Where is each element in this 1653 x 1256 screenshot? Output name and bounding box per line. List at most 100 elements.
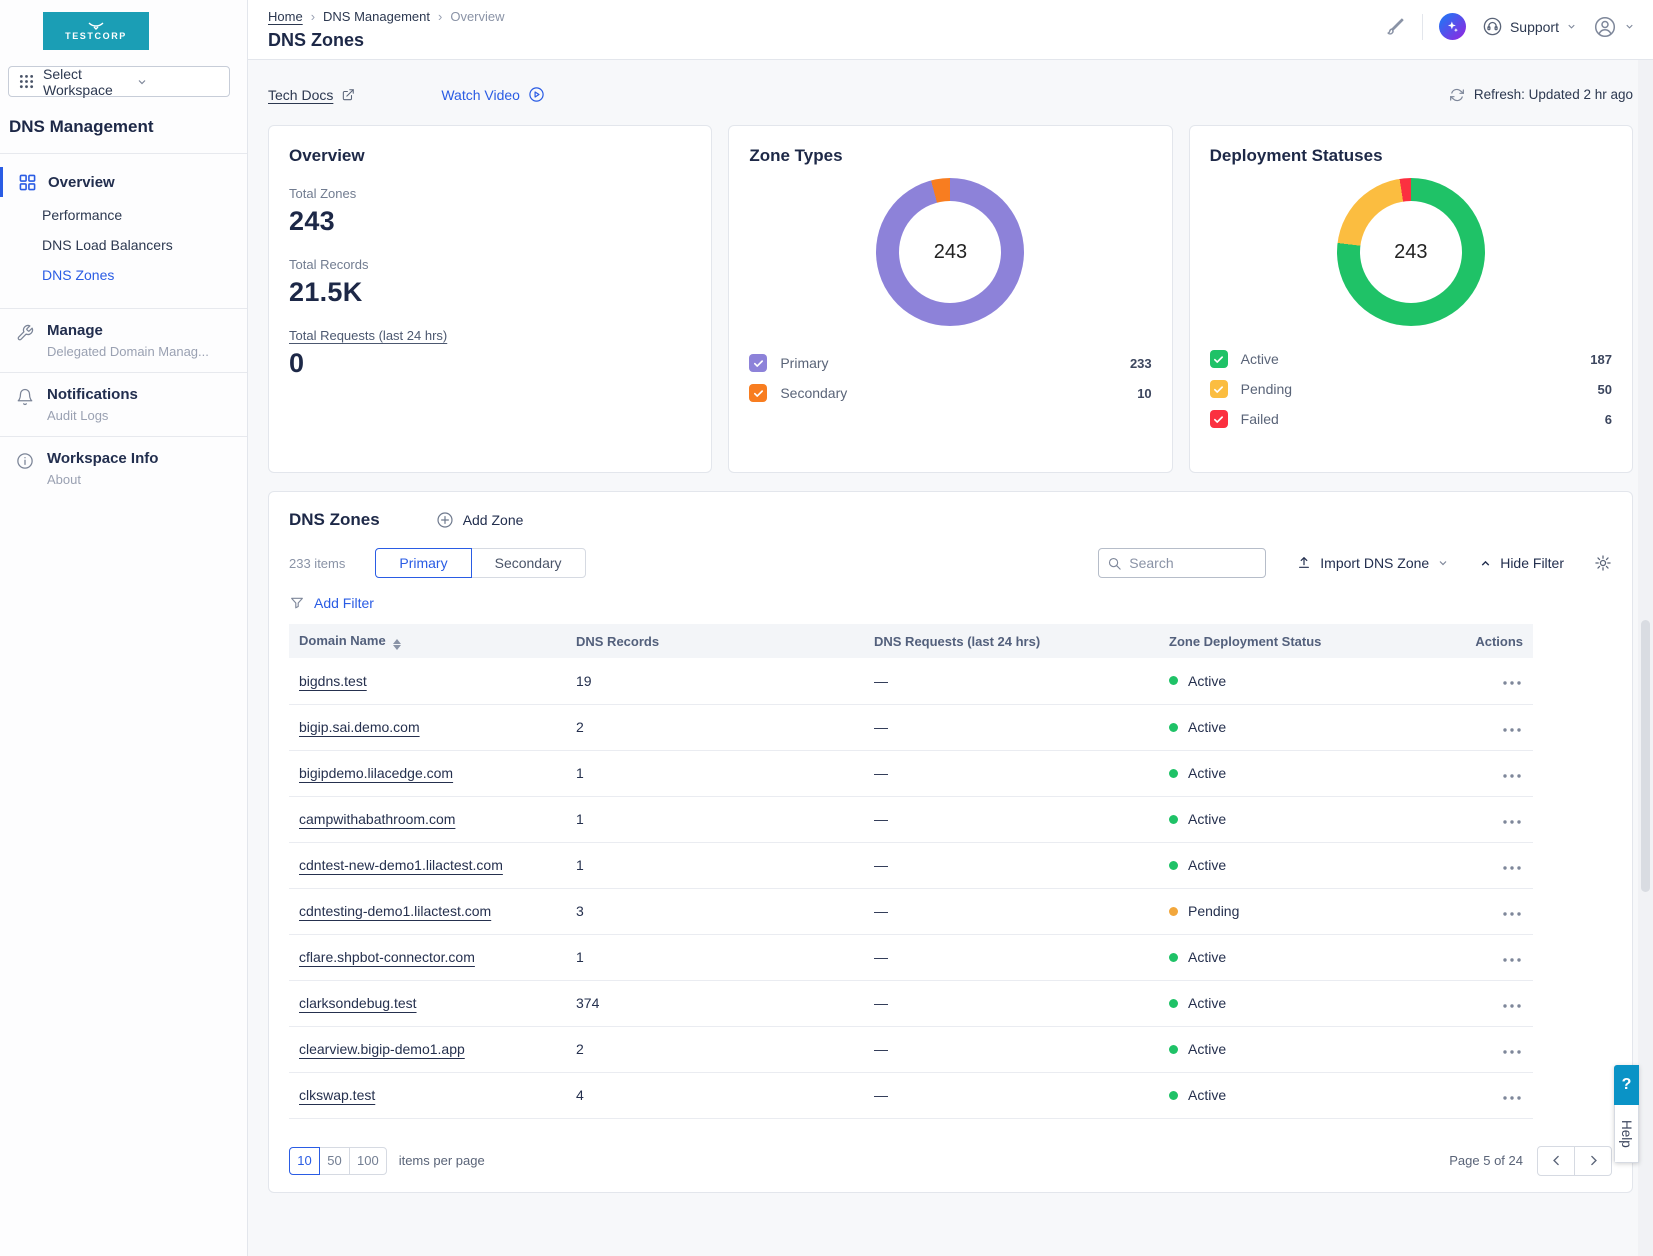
page-scrollbar[interactable] [1638, 60, 1653, 1256]
chevron-down-icon [136, 76, 220, 88]
breadcrumb-home[interactable]: Home [268, 9, 303, 24]
company-logo[interactable]: TESTCORP [43, 12, 149, 50]
domain-link[interactable]: campwithabathroom.com [299, 811, 455, 827]
row-actions-button[interactable] [1501, 677, 1523, 689]
row-actions-button[interactable] [1501, 816, 1523, 828]
sidebar-item-label: Overview [48, 174, 115, 191]
account-menu-button[interactable] [1593, 15, 1635, 39]
row-actions-button[interactable] [1501, 1092, 1523, 1104]
row-actions-button[interactable] [1501, 770, 1523, 782]
dns-records-cell: 19 [566, 658, 864, 704]
column-header-domain-name[interactable]: Domain Name [289, 624, 566, 658]
row-actions-button[interactable] [1501, 908, 1523, 920]
help-tab[interactable]: ? Help [1614, 1065, 1639, 1163]
tab-secondary[interactable]: Secondary [471, 548, 586, 578]
column-header-status: Zone Deployment Status [1159, 624, 1439, 658]
legend-checkbox-failed[interactable] [1210, 410, 1228, 428]
row-actions-button[interactable] [1501, 724, 1523, 736]
summary-cards: Overview Total Zones 243 Total Records 2… [268, 125, 1633, 473]
domain-link[interactable]: cflare.shpbot-connector.com [299, 949, 475, 965]
domain-link[interactable]: bigipdemo.lilacedge.com [299, 765, 453, 781]
scrollbar-thumb[interactable] [1641, 620, 1650, 892]
dns-requests-cell: — [864, 1026, 1159, 1072]
legend-checkbox-active[interactable] [1210, 350, 1228, 368]
row-actions-button[interactable] [1501, 1046, 1523, 1058]
table-settings-button[interactable] [1594, 554, 1612, 572]
legend-label: Primary [780, 355, 828, 371]
dns-requests-cell: — [864, 1072, 1159, 1118]
domain-link[interactable]: cdntest-new-demo1.lilactest.com [299, 857, 503, 873]
domain-link[interactable]: clarksondebug.test [299, 995, 417, 1011]
legend-label: Active [1241, 351, 1279, 367]
legend-row: Primary 233 [749, 348, 1151, 378]
ai-assistant-button[interactable] [1439, 13, 1466, 40]
import-dns-zone-button[interactable]: Import DNS Zone [1296, 555, 1449, 571]
search-input[interactable] [1129, 555, 1247, 571]
tab-primary[interactable]: Primary [375, 548, 471, 578]
sort-icon[interactable] [393, 639, 401, 650]
next-page-button[interactable] [1574, 1146, 1612, 1176]
help-label: Help [1619, 1120, 1634, 1148]
dns-requests-cell: — [864, 750, 1159, 796]
legend-checkbox-secondary[interactable] [749, 384, 767, 402]
add-filter-button[interactable]: Add Filter [269, 578, 394, 624]
domain-link[interactable]: clkswap.test [299, 1087, 375, 1103]
hide-filter-button[interactable]: Hide Filter [1479, 555, 1564, 571]
funnel-icon [289, 595, 305, 611]
domain-link[interactable]: bigdns.test [299, 673, 367, 689]
row-actions-button[interactable] [1501, 1000, 1523, 1012]
stat-value: 21.5K [289, 277, 691, 308]
zone-types-donut-chart: 243 [876, 178, 1024, 326]
sidebar-item-performance[interactable]: Performance [0, 200, 247, 230]
row-actions-button[interactable] [1501, 862, 1523, 874]
status-label: Active [1188, 995, 1226, 1011]
status-cell: Active [1159, 704, 1439, 750]
sidebar-title: DNS Management [9, 117, 247, 137]
dns-zones-panel: DNS Zones Add Zone 233 items Primary Sec… [268, 491, 1633, 1193]
page-size-10[interactable]: 10 [289, 1147, 320, 1175]
legend-checkbox-primary[interactable] [749, 354, 767, 372]
domain-link[interactable]: cdntesting-demo1.lilactest.com [299, 903, 491, 919]
table-row: clkswap.test4—Active [289, 1072, 1533, 1118]
dns-requests-cell: — [864, 704, 1159, 750]
sidebar-item-overview[interactable]: Overview [0, 164, 247, 200]
domain-link[interactable]: bigip.sai.demo.com [299, 719, 420, 735]
status-label: Active [1188, 857, 1226, 873]
legend-checkbox-pending[interactable] [1210, 380, 1228, 398]
previous-page-button[interactable] [1537, 1146, 1575, 1176]
sidebar-item-workspace-info[interactable]: Workspace Info About [0, 437, 247, 500]
refresh-status[interactable]: Refresh: Updated 2 hr ago [1449, 87, 1633, 103]
play-circle-icon [528, 86, 545, 103]
pagination-bar: 10 50 100 items per page Page 5 of 24 [269, 1119, 1632, 1176]
dns-requests-cell: — [864, 842, 1159, 888]
domain-link[interactable]: clearview.bigip-demo1.app [299, 1041, 465, 1057]
status-dot [1169, 861, 1178, 870]
sidebar-item-dns-zones[interactable]: DNS Zones [0, 260, 247, 290]
support-menu-button[interactable]: Support [1482, 16, 1577, 37]
card-title: Zone Types [749, 146, 1151, 166]
page-size-100[interactable]: 100 [349, 1147, 387, 1175]
help-question-icon[interactable]: ? [1614, 1065, 1639, 1105]
add-zone-button[interactable]: Add Zone [436, 511, 524, 529]
table-row: cflare.shpbot-connector.com1—Active [289, 934, 1533, 980]
dns-records-cell: 1 [566, 842, 864, 888]
row-actions-button[interactable] [1501, 954, 1523, 966]
status-cell: Active [1159, 842, 1439, 888]
sidebar-item-notifications[interactable]: Notifications Audit Logs [0, 373, 247, 436]
status-dot [1169, 815, 1178, 824]
page-size-50[interactable]: 50 [319, 1147, 350, 1175]
sidebar-group-label: Manage [47, 322, 209, 339]
theme-brush-button[interactable] [1384, 16, 1406, 38]
stat-label: Total Zones [289, 186, 691, 201]
sidebar-item-manage[interactable]: Manage Delegated Domain Manag... [0, 309, 247, 372]
workspace-selector[interactable]: Select Workspace [8, 66, 230, 97]
sidebar-group-sublabel: Audit Logs [47, 408, 138, 423]
legend-value: 6 [1605, 412, 1612, 427]
status-dot [1169, 723, 1178, 732]
waffle-grid-icon [19, 74, 34, 89]
sidebar-item-dns-load-balancers[interactable]: DNS Load Balancers [0, 230, 247, 260]
card-title: Deployment Statuses [1210, 146, 1612, 166]
watch-video-link[interactable]: Watch Video [441, 86, 545, 103]
tech-docs-link[interactable]: Tech Docs [268, 87, 355, 103]
stat-label-link[interactable]: Total Requests (last 24 hrs) [289, 328, 691, 343]
